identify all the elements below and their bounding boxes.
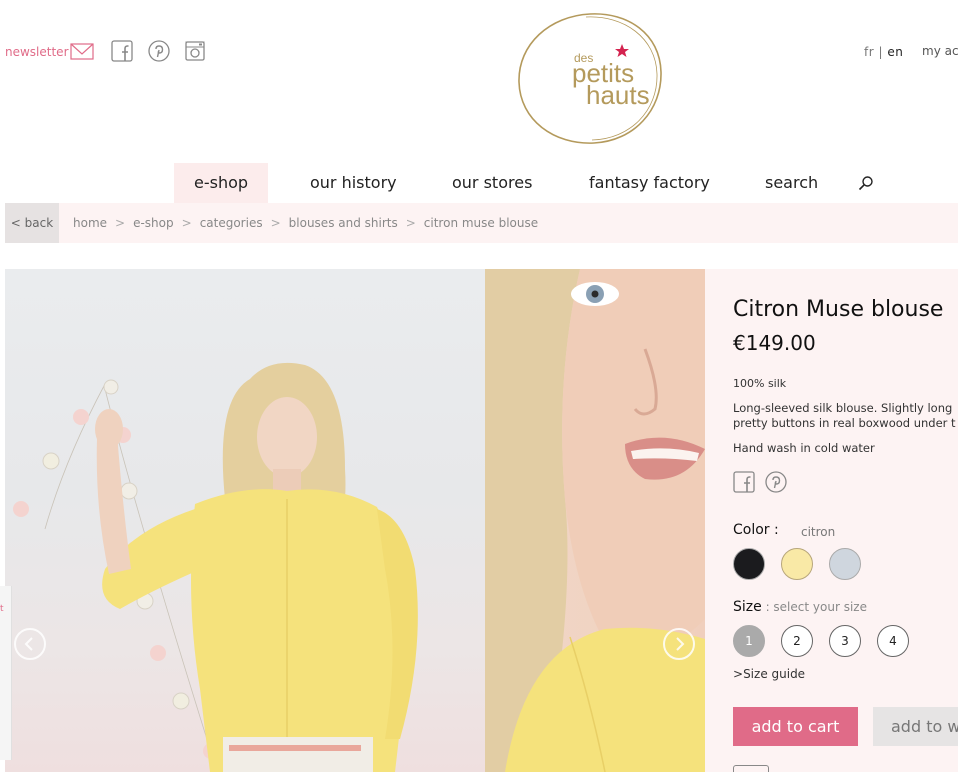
color-swatch-citron[interactable] (781, 548, 813, 580)
partial-element (733, 765, 769, 772)
size-label: Size : select your size (733, 599, 867, 615)
side-tab-label: t (0, 604, 4, 614)
size-guide-link[interactable]: >Size guide (733, 667, 805, 681)
main-nav: e-shop our history our stores fantasy fa… (0, 163, 958, 203)
breadcrumb-bar: < back home > e-shop > categories > blouses an… (5, 203, 958, 243)
product-description-line: pretty buttons in real boxwood under t (733, 416, 956, 430)
color-swatch-grey[interactable] (829, 548, 861, 580)
language-switcher: fr | en (864, 45, 903, 59)
pinterest-share-icon[interactable] (765, 471, 787, 493)
search-icon[interactable] (858, 175, 874, 191)
breadcrumb-home[interactable]: home (73, 216, 107, 230)
product-price: €149.00 (733, 331, 816, 355)
pinterest-icon (148, 40, 170, 62)
size-hint: : select your size (761, 600, 867, 614)
breadcrumb: home > e-shop > categories > blouses and shirt… (73, 203, 538, 243)
color-value: citron (801, 525, 836, 539)
pinterest-link[interactable] (148, 40, 170, 62)
breadcrumb-categories[interactable]: categories (200, 216, 263, 230)
product-description: Long-sleeved silk blouse. Slightly long … (733, 401, 958, 431)
facebook-link[interactable] (111, 40, 133, 62)
product-title: Citron Muse blouse (733, 297, 944, 322)
breadcrumb-separator: > (405, 216, 416, 230)
nav-fantasy-factory[interactable]: fantasy factory (589, 163, 710, 203)
nav-search[interactable]: search (765, 163, 818, 203)
product-description-line: Long-sleeved silk blouse. Slightly long (733, 401, 953, 415)
size-guide-label: Size guide (743, 667, 806, 681)
chevron-left-icon (24, 637, 33, 651)
model-photo (13, 362, 418, 772)
size-guide-prefix: > (733, 667, 744, 681)
nav-our-stores[interactable]: our stores (452, 163, 532, 203)
envelope-icon (69, 43, 94, 60)
breadcrumb-separator: > (181, 216, 192, 230)
facebook-share-icon[interactable] (733, 471, 755, 493)
add-to-wishlist-button[interactable]: add to w (873, 707, 958, 746)
gallery-prev-button[interactable] (14, 628, 46, 660)
product-photo-detail[interactable] (485, 269, 705, 772)
account-link[interactable]: my ac (922, 44, 958, 58)
product-photo-main[interactable] (5, 269, 485, 772)
add-to-cart-button[interactable]: add to cart (733, 707, 858, 746)
logo-icon: des petits hauts (518, 13, 662, 144)
size-label-text: Size (733, 599, 762, 615)
size-button-4[interactable]: 4 (877, 625, 909, 657)
product-material: 100% silk (733, 377, 787, 390)
facebook-icon (111, 40, 133, 62)
product-panel: Citron Muse blouse €149.00 100% silk Lon… (705, 269, 958, 772)
breadcrumb-separator: > (115, 216, 126, 230)
gallery-next-button[interactable] (663, 628, 695, 660)
instagram-link[interactable] (184, 40, 206, 62)
lang-fr[interactable]: fr (864, 45, 874, 59)
face-closeup-photo (485, 269, 705, 772)
instagram-icon (185, 41, 205, 61)
logo[interactable]: des petits hauts (516, 10, 664, 146)
lang-separator: | (878, 45, 884, 59)
size-button-3[interactable]: 3 (829, 625, 861, 657)
back-button[interactable]: < back (5, 203, 59, 243)
share-icons (733, 471, 787, 493)
newsletter-link[interactable]: newsletter (5, 43, 94, 60)
breadcrumb-blouses[interactable]: blouses and shirts (289, 216, 398, 230)
nav-eshop[interactable]: e-shop (174, 163, 269, 203)
color-label: Color : (733, 522, 779, 538)
newsletter-label: newsletter (5, 44, 69, 59)
breadcrumb-separator: > (270, 216, 281, 230)
logo-hauts: hauts (586, 80, 650, 110)
color-swatch-black[interactable] (733, 548, 765, 580)
size-button-2[interactable]: 2 (781, 625, 813, 657)
product-care: Hand wash in cold water (733, 441, 875, 455)
size-button-1[interactable]: 1 (733, 625, 765, 657)
nav-our-history[interactable]: our history (310, 163, 397, 203)
side-tab[interactable]: t (0, 586, 12, 760)
breadcrumb-eshop[interactable]: e-shop (133, 216, 174, 230)
lang-en[interactable]: en (887, 45, 903, 59)
breadcrumb-current: citron muse blouse (423, 216, 539, 230)
chevron-right-icon (676, 637, 685, 651)
